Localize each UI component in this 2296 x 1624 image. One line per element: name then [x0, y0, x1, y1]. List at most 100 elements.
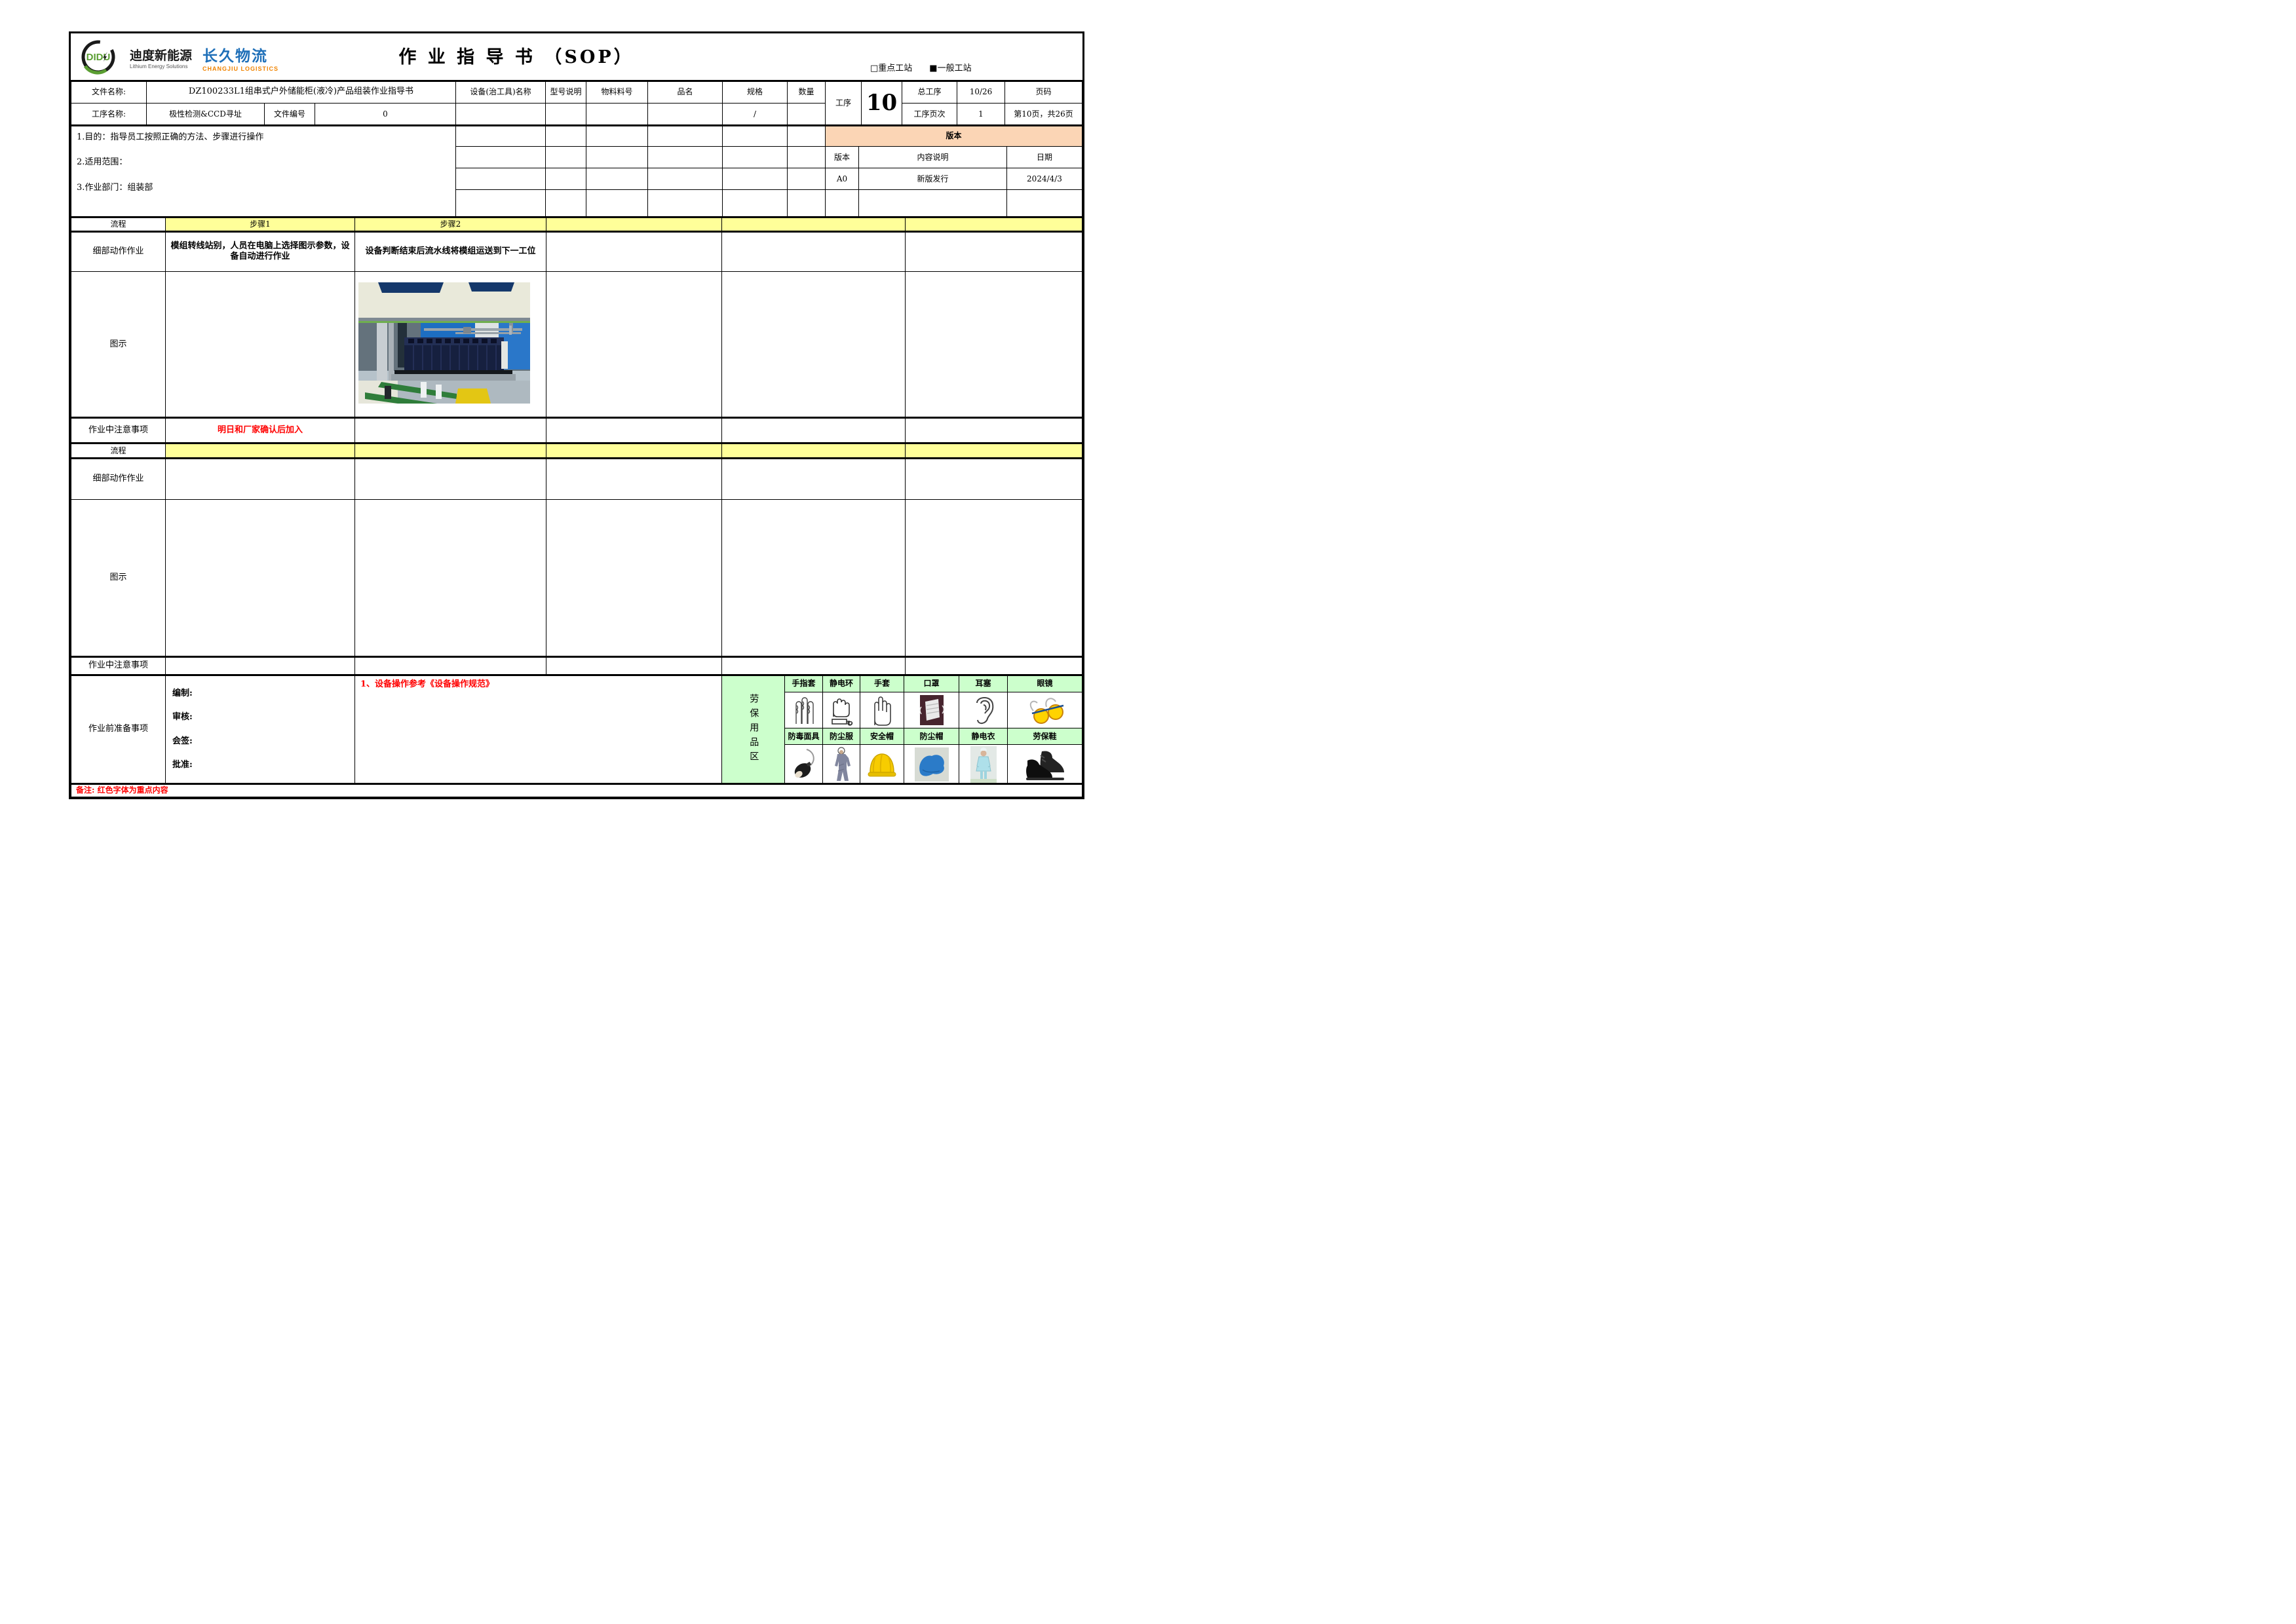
process-number: 10	[861, 81, 902, 126]
sop-document-page: DIDU 迪度新能源 Lithium Energy Solutions 长久物流…	[0, 0, 1148, 812]
signature-block: 编制: 审核: 会签: 批准:	[165, 675, 355, 784]
finger-cots-icon	[795, 697, 814, 724]
total-process-value: 10/26	[957, 81, 1005, 104]
approved-by-label: 批准:	[172, 759, 193, 770]
divider	[71, 417, 1082, 419]
hard-hat-icon	[868, 753, 896, 776]
department-line: 3.作业部门：组装部	[77, 182, 153, 193]
step1-header: 步骤1	[165, 217, 355, 232]
empty-cell	[545, 189, 586, 217]
empty-cell	[586, 168, 648, 190]
spec-label: 规格	[722, 81, 788, 104]
empty-cell	[787, 103, 826, 126]
empty-cell	[721, 417, 906, 444]
divider	[71, 656, 1082, 658]
gloves-icon	[874, 696, 891, 726]
empty-cell	[787, 146, 826, 168]
spec-value: /	[722, 103, 788, 126]
general-station-checkbox: ■一般工站	[929, 64, 972, 73]
face-mask-icon	[919, 695, 944, 725]
model-label: 型号说明	[545, 81, 586, 104]
countersign-label: 会签:	[172, 736, 193, 746]
empty-cell	[546, 231, 722, 272]
version-desc-header: 内容说明	[858, 146, 1007, 168]
detail-action-label-1: 细部动作作业	[71, 231, 166, 272]
ppe-cell	[904, 692, 959, 728]
step-name-value: 极性检测&CCD寻址	[146, 103, 265, 126]
empty-cell	[647, 146, 723, 168]
ppe-cell	[860, 744, 904, 784]
empty-cell	[647, 168, 723, 190]
flow-label-2: 流程	[71, 443, 166, 459]
didu-logo-text: 迪度新能源 Lithium Energy Solutions	[130, 46, 192, 69]
empty-cell	[905, 271, 1082, 418]
didu-tagline: Lithium Energy Solutions	[130, 64, 188, 69]
step-name-label: 工序名称:	[71, 103, 147, 126]
ppe-label-respirator: 防毒面具	[784, 728, 823, 745]
ppe-label-esd-wrist-strap: 静电环	[822, 675, 860, 692]
qty-label: 数量	[787, 81, 826, 104]
empty-cell	[825, 189, 859, 217]
divider	[71, 124, 1082, 126]
empty-cell	[722, 125, 788, 147]
ppe-label-mask: 口罩	[904, 675, 959, 692]
empty-cell	[905, 217, 1082, 232]
empty-cell	[721, 656, 906, 675]
ppe-label-safety-shoes: 劳保鞋	[1007, 728, 1082, 745]
empty-cell	[354, 443, 546, 459]
file-name-label: 文件名称:	[71, 81, 147, 104]
step1-detail-text: 模组转线站别，人员在电脑上选择图示参数，设备自动进行作业	[165, 231, 355, 272]
ppe-cell	[904, 744, 959, 784]
divider	[71, 457, 1082, 459]
process-page-label: 工序页次	[902, 103, 957, 126]
empty-cell	[455, 103, 546, 126]
scope-line: 2.适用范围：	[77, 157, 128, 168]
empty-cell	[721, 443, 906, 459]
empty-cell	[858, 189, 1007, 217]
doc-no-value: 0	[315, 103, 456, 126]
didu-logo-icon: DIDU	[81, 40, 115, 75]
empty-cell	[905, 417, 1082, 444]
sop-sheet: DIDU 迪度新能源 Lithium Energy Solutions 长久物流…	[69, 31, 1084, 799]
safety-shoes-icon	[1025, 750, 1064, 780]
ppe-label-esd-garment: 静电衣	[959, 728, 1008, 745]
empty-cell	[721, 231, 906, 272]
purpose-line: 1.目的：指导员工按照正确的方法、步骤进行操作	[77, 132, 264, 142]
ppe-cell	[959, 744, 1008, 784]
logo-area: DIDU 迪度新能源 Lithium Energy Solutions 长久物流…	[77, 37, 278, 78]
empty-cell	[354, 458, 546, 500]
empty-cell	[546, 217, 722, 232]
ppe-label-dust-suit: 防尘服	[822, 728, 860, 745]
page-no-label: 页码	[1004, 81, 1082, 104]
empty-cell	[546, 417, 722, 444]
flow-label-1: 流程	[71, 217, 166, 232]
empty-cell	[545, 146, 586, 168]
divider	[71, 216, 1082, 218]
ppe-label-gloves: 手套	[860, 675, 904, 692]
prepared-by-label: 编制:	[172, 689, 193, 698]
version-date-header: 日期	[1006, 146, 1082, 168]
dust-suit-icon	[835, 746, 851, 781]
safety-glasses-icon	[1029, 698, 1063, 724]
empty-cell	[905, 443, 1082, 459]
empty-cell	[546, 271, 722, 418]
ppe-cell	[1007, 744, 1082, 784]
version-date-value: 2024/4/3	[1006, 168, 1082, 190]
page-title: 作 业 指 导 书 （SOP）	[398, 47, 634, 67]
ppe-cell	[822, 692, 860, 728]
ppe-label-finger-cots: 手指套	[784, 675, 823, 692]
empty-cell	[905, 458, 1082, 500]
file-name-value: DZ100233L1组串式户外储能柜(液冷)产品组装作业指导书	[146, 81, 456, 104]
empty-cell	[905, 231, 1082, 272]
ppe-cell	[959, 692, 1008, 728]
prep-label: 作业前准备事项	[71, 675, 166, 784]
empty-cell	[722, 168, 788, 190]
version-desc-value: 新版发行	[858, 168, 1007, 190]
ppe-label-hard-hat: 安全帽	[860, 728, 904, 745]
empty-cell	[354, 499, 546, 657]
equipment-label: 设备(治工具)名称	[455, 81, 546, 104]
version-value: A0	[825, 168, 859, 190]
empty-cell	[354, 656, 546, 675]
empty-cell	[545, 125, 586, 147]
version-col-header: 版本	[825, 146, 859, 168]
